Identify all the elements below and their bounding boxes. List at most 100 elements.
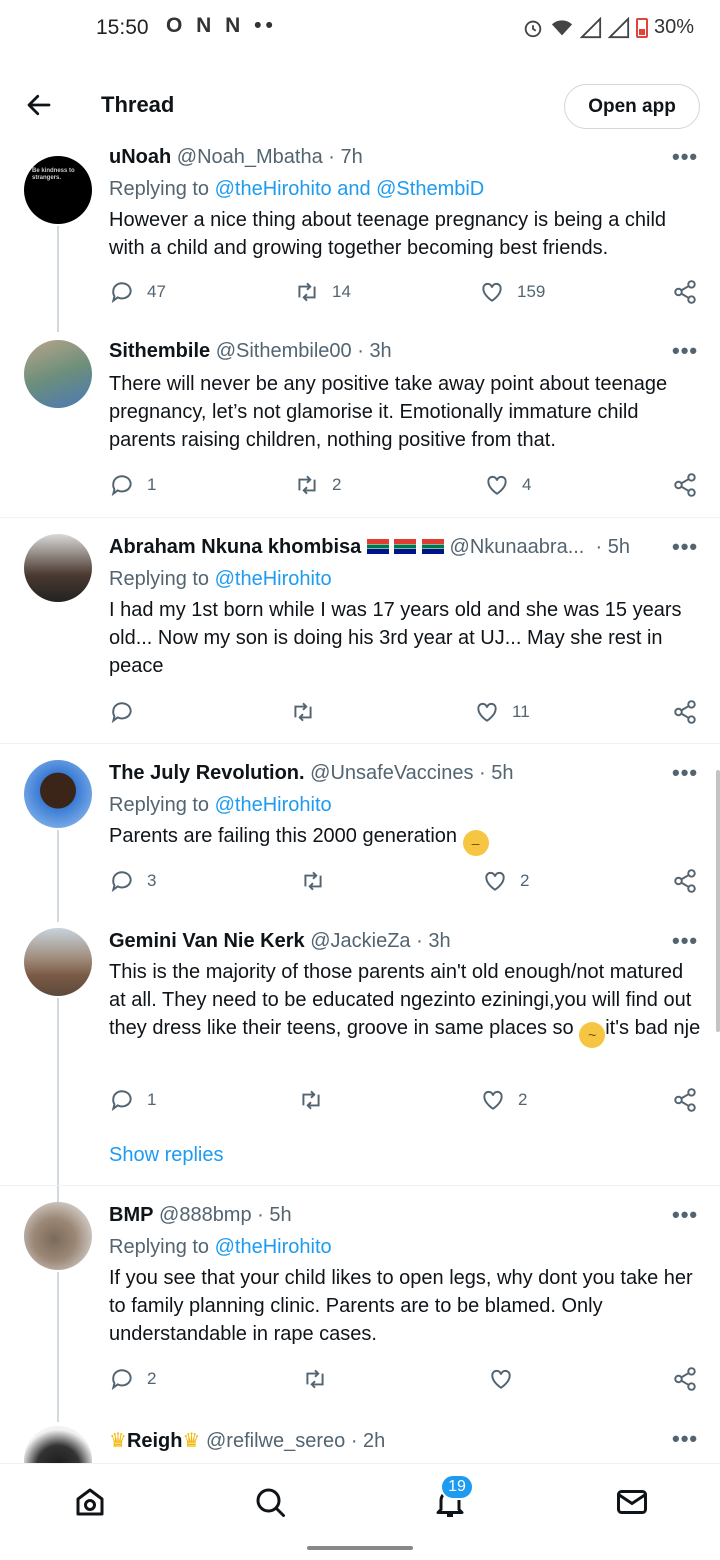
reply-count: 1	[147, 1090, 157, 1109]
reply-count: 47	[147, 282, 166, 301]
tweet-time[interactable]: 5h	[269, 1204, 291, 1226]
share-button[interactable]	[672, 1087, 698, 1113]
reply-count: 2	[147, 1369, 157, 1388]
like-button[interactable]: 2	[480, 1087, 527, 1113]
reply-button[interactable]: 3	[109, 868, 156, 894]
replying-to-link[interactable]: @theHirohito	[215, 568, 332, 590]
author-name[interactable]: uNoah	[109, 146, 171, 168]
tweet-text: If you see that your child likes to open…	[109, 1267, 693, 1345]
author-handle[interactable]: @UnsafeVaccines	[310, 762, 473, 784]
more-options-icon[interactable]: •••	[672, 534, 698, 560]
search-icon[interactable]	[252, 1484, 288, 1520]
reply-button[interactable]: 2	[109, 1366, 156, 1392]
replying-prefix: Replying to	[109, 568, 215, 590]
retweet-button[interactable]	[302, 1366, 340, 1392]
open-app-button[interactable]: Open app	[564, 84, 700, 129]
author-handle[interactable]: @JackieZa	[310, 930, 410, 952]
tweet-header: Sithembile @Sithembile00 · 3h	[109, 340, 392, 363]
home-icon[interactable]	[72, 1484, 108, 1520]
tweet-actions: 3 2	[0, 868, 720, 898]
reply-button[interactable]: 1	[109, 472, 156, 498]
retweet-icon	[306, 1369, 324, 1389]
like-button[interactable]: 11	[474, 699, 530, 725]
like-button[interactable]: 159	[479, 279, 545, 305]
top-bar: Thread Open app	[0, 76, 720, 140]
author-handle[interactable]: @888bmp	[159, 1204, 252, 1226]
like-count: 159	[517, 282, 546, 301]
author-handle[interactable]: @Sithembile00	[216, 340, 352, 362]
tweet-header: The July Revolution. @UnsafeVaccines · 5…	[109, 762, 514, 785]
avatar[interactable]	[24, 1202, 92, 1270]
retweet-button[interactable]	[290, 699, 328, 725]
more-options-icon[interactable]: •••	[672, 1426, 698, 1452]
retweet-button[interactable]	[300, 868, 338, 894]
share-button[interactable]	[672, 1366, 698, 1392]
tweet-actions: 1 2	[0, 1087, 720, 1117]
avatar[interactable]	[24, 340, 92, 408]
reply-count: 1	[147, 475, 157, 494]
tweet-time[interactable]: 7h	[341, 146, 363, 168]
replying-to-link[interactable]: @theHirohito	[215, 1236, 332, 1258]
reply-button[interactable]	[109, 699, 147, 725]
author-handle[interactable]: @Nkunaabra...	[450, 536, 585, 558]
tweet-time[interactable]: 3h	[428, 930, 450, 952]
author-handle[interactable]: @Noah_Mbatha	[177, 146, 323, 168]
more-options-icon[interactable]: •••	[672, 338, 698, 364]
status-time: 15:50	[96, 16, 149, 39]
reply-icon	[111, 1369, 132, 1391]
mail-icon[interactable]	[614, 1484, 650, 1520]
reply-button[interactable]: 47	[109, 279, 166, 305]
more-options-icon[interactable]: •••	[672, 928, 698, 954]
share-button[interactable]	[672, 699, 698, 725]
replying-to-link[interactable]: @theHirohito and @SthembiD	[215, 178, 485, 200]
scrollbar[interactable]	[716, 770, 720, 1032]
tweet-time[interactable]: 5h	[491, 762, 513, 784]
more-options-icon[interactable]: •••	[672, 144, 698, 170]
avatar[interactable]: Be kindness to strangers.	[24, 156, 92, 224]
retweet-button[interactable]: 2	[294, 472, 341, 498]
reply-button[interactable]: 1	[109, 1087, 156, 1113]
author-name[interactable]: Abraham Nkuna khombisa	[109, 536, 361, 558]
like-button[interactable]: 2	[482, 868, 529, 894]
tweet-text: There will never be any positive take aw…	[109, 373, 668, 451]
tweet-time[interactable]: 5h	[608, 536, 630, 558]
heart-icon	[483, 1090, 503, 1110]
more-options-icon[interactable]: •••	[672, 760, 698, 786]
like-button[interactable]	[488, 1366, 526, 1392]
like-button[interactable]: 4	[484, 472, 531, 498]
retweet-button[interactable]: 14	[294, 279, 351, 305]
tweet-time[interactable]: 2h	[363, 1430, 385, 1452]
avatar[interactable]	[24, 1426, 92, 1463]
show-replies-link[interactable]: Show replies	[109, 1144, 224, 1167]
tweet-header: ♛Reigh♛ @refilwe_sereo · 2h	[109, 1428, 385, 1453]
crown-icon: ♛	[109, 1430, 127, 1452]
share-button[interactable]	[672, 279, 698, 305]
retweet-count: 2	[332, 475, 342, 494]
more-options-icon[interactable]: •••	[672, 1202, 698, 1228]
author-name[interactable]: Reigh	[127, 1430, 183, 1452]
tweet-header: uNoah @Noah_Mbatha · 7h	[109, 146, 363, 169]
avatar[interactable]	[24, 760, 92, 828]
replying-to: Replying to @theHirohito	[109, 568, 332, 591]
signal-icon-2	[607, 16, 630, 38]
tweet[interactable]: ♛Reigh♛ @refilwe_sereo · 2h •••	[0, 1420, 720, 1463]
author-handle[interactable]: @refilwe_sereo	[206, 1430, 345, 1452]
back-arrow-icon[interactable]	[24, 90, 54, 120]
share-icon	[674, 1367, 696, 1391]
replying-to-link[interactable]: @theHirohito	[215, 794, 332, 816]
author-name[interactable]: The July Revolution.	[109, 762, 305, 784]
share-button[interactable]	[672, 472, 698, 498]
avatar[interactable]	[24, 534, 92, 602]
share-button[interactable]	[672, 868, 698, 894]
retweet-icon	[294, 702, 312, 722]
avatar[interactable]	[24, 928, 92, 996]
author-name[interactable]: Gemini Van Nie Kerk	[109, 930, 305, 952]
author-name[interactable]: Sithembile	[109, 340, 210, 362]
unamused-face-icon: –	[462, 830, 489, 856]
author-name[interactable]: BMP	[109, 1204, 153, 1226]
retweet-button[interactable]	[298, 1087, 336, 1113]
separator: ·	[328, 146, 335, 168]
tweet-time[interactable]: 3h	[369, 340, 391, 362]
gesture-bar[interactable]	[307, 1546, 413, 1550]
tweet-text: However a nice thing about teenage pregn…	[109, 209, 667, 259]
